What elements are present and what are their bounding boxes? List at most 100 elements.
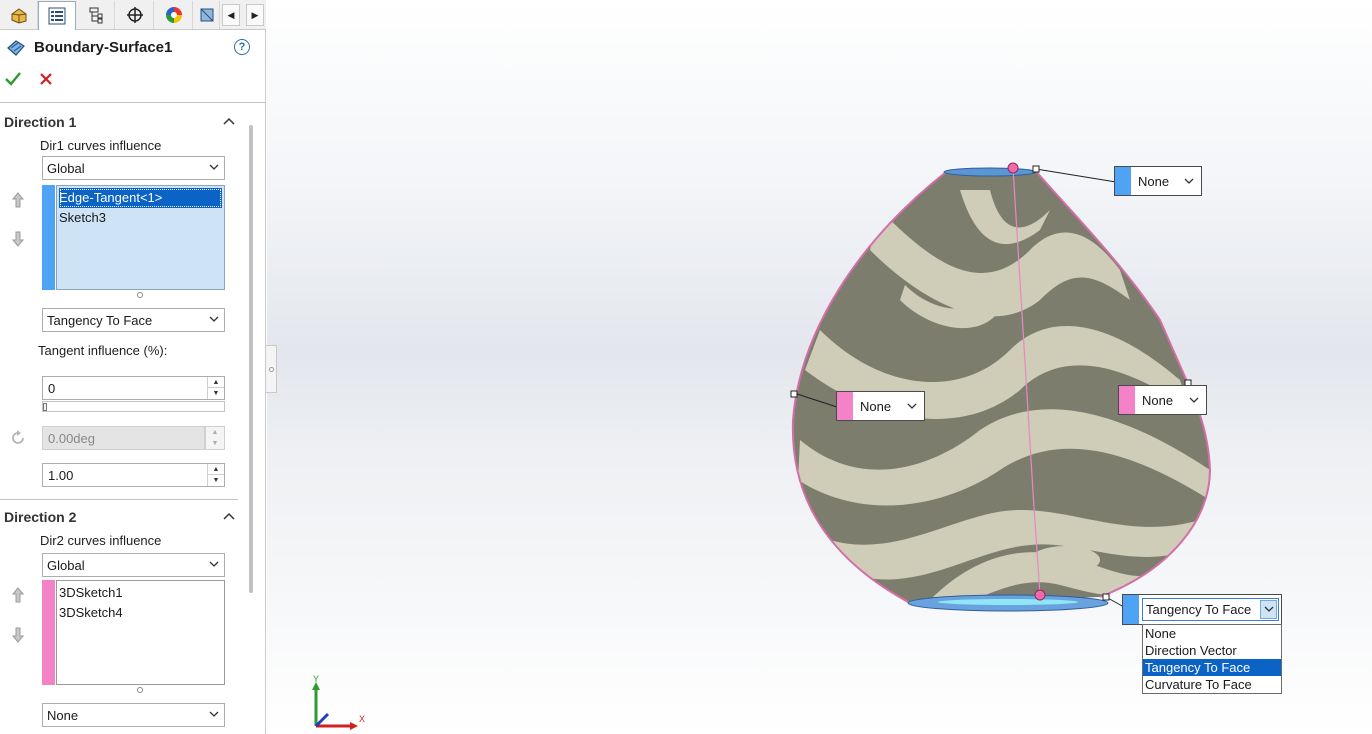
chevron-down-icon	[209, 711, 219, 717]
dir1-influence-label: Dir1 curves influence	[40, 138, 162, 153]
direction2-tag	[1119, 386, 1135, 414]
boundary-surface-icon	[7, 40, 25, 56]
configuration-manager-icon	[89, 7, 102, 24]
dir1-influence-value: Global	[47, 161, 85, 176]
spin-up-icon[interactable]: ▲	[208, 377, 224, 388]
cam-icon	[200, 8, 213, 22]
triad-x-label: X	[359, 714, 366, 724]
dir2-tangency-value: None	[47, 708, 79, 723]
dropdown-option[interactable]: Curvature To Face	[1143, 676, 1281, 693]
crosshair-icon	[126, 7, 143, 23]
tab-scroll-right-button[interactable]: ▶	[246, 4, 264, 26]
dimxpert-manager-tab[interactable]	[116, 1, 154, 29]
feature-title: Boundary-Surface1	[34, 39, 173, 56]
list-resize-handle[interactable]	[137, 687, 143, 693]
panel-splitter-handle[interactable]	[265, 345, 277, 393]
dir2-curve-item[interactable]: 3DSketch1	[57, 583, 224, 603]
list-resize-handle[interactable]	[137, 292, 143, 298]
left-constraint-callout[interactable]: None	[836, 391, 925, 421]
move-up-arrow-icon[interactable]	[10, 586, 26, 604]
spin-buttons[interactable]: ▲ ▼	[207, 464, 224, 486]
tangent-influence-label: Tangent influence (%):	[38, 343, 168, 358]
color-wheel-icon	[165, 7, 182, 23]
dir1-curve-item[interactable]: Sketch3	[57, 208, 224, 228]
dropdown-option[interactable]: None	[1143, 625, 1281, 642]
draft-angle-input: 0.00deg	[42, 426, 205, 450]
header-divider	[0, 102, 266, 103]
dir2-influence-label: Dir2 curves influence	[40, 533, 162, 548]
feature-manager-icon	[11, 8, 26, 24]
cam-manager-tab[interactable]	[194, 1, 220, 29]
property-manager-tab[interactable]	[38, 1, 76, 30]
draft-angle-value: 0.00deg	[48, 431, 95, 446]
tangent-influence-slider[interactable]	[42, 401, 225, 412]
dir2-influence-value: Global	[47, 558, 85, 573]
dir1-curves-list[interactable]: Edge-Tangent<1> Sketch3	[56, 185, 225, 290]
chevron-down-icon	[1189, 397, 1199, 403]
chevron-down-icon	[209, 164, 219, 170]
callout-value: None	[1138, 173, 1170, 189]
tangent-influence-value: 0	[48, 381, 56, 396]
tab-scroll-left-button[interactable]: ◀	[222, 4, 240, 26]
panel-scrollbar[interactable]	[249, 125, 253, 593]
direction1-tag	[1115, 167, 1131, 195]
top-constraint-callout[interactable]: None	[1114, 166, 1202, 196]
direction2-color-bar	[42, 580, 55, 685]
slider-thumb[interactable]	[43, 403, 47, 411]
callout-value: None	[1142, 392, 1174, 408]
direction1-heading: Direction 1	[4, 114, 77, 130]
tangent-influence-input[interactable]: 0 ▲ ▼	[42, 376, 225, 400]
chevron-down-icon	[209, 316, 219, 322]
coordinate-triad	[312, 682, 358, 730]
chevron-down-icon	[1184, 178, 1194, 184]
configuration-manager-tab[interactable]	[77, 1, 115, 29]
move-up-arrow-icon[interactable]	[10, 191, 26, 209]
dir1-curve-item[interactable]: Edge-Tangent<1>	[59, 188, 222, 208]
chevron-right-icon: ▶	[251, 9, 259, 20]
display-manager-tab[interactable]	[155, 1, 193, 29]
rotate-icon	[12, 430, 24, 444]
dir1-influence-select[interactable]: Global	[42, 156, 225, 180]
manager-tab-bar: ◀ ▶	[0, 0, 266, 30]
spin-up-icon[interactable]: ▲	[208, 464, 224, 475]
direction2-heading: Direction 2	[4, 509, 77, 525]
move-down-arrow-icon[interactable]	[10, 626, 26, 644]
dropdown-option-selected[interactable]: Tangency To Face	[1143, 659, 1281, 676]
direction2-tag	[837, 392, 853, 420]
dir1-tangency-select[interactable]: Tangency To Face	[42, 308, 225, 332]
chevron-left-icon: ◀	[227, 9, 235, 20]
spin-buttons[interactable]: ▲ ▼	[207, 377, 224, 399]
triad-y-label: Y	[313, 674, 320, 684]
property-manager-panel: ◀ ▶ Boundary-Surface1 ? Direction 1 Dir1…	[0, 0, 266, 734]
dir2-tangency-select[interactable]: None	[42, 703, 225, 727]
direction1-tag	[1123, 595, 1139, 624]
dir2-curve-item[interactable]: 3DSketch4	[57, 603, 224, 623]
right-constraint-callout[interactable]: None	[1118, 385, 1207, 415]
ok-checkmark-icon[interactable]	[4, 70, 22, 88]
callout-value: None	[860, 398, 892, 414]
property-manager-icon	[48, 7, 66, 25]
bottom-constraint-callout[interactable]: Tangency To Face	[1122, 594, 1282, 625]
dir2-curves-list[interactable]: 3DSketch1 3DSketch4	[56, 580, 225, 685]
draft-angle-spin: ▲ ▼	[205, 426, 225, 450]
dropdown-toggle[interactable]	[1260, 600, 1277, 619]
chevron-down-icon	[1264, 606, 1273, 612]
direction1-color-bar	[42, 185, 55, 290]
dropdown-option[interactable]: Direction Vector	[1143, 642, 1281, 659]
chevron-down-icon	[907, 403, 917, 409]
callout-select[interactable]: Tangency To Face	[1142, 598, 1279, 621]
feature-manager-tab[interactable]	[0, 1, 38, 29]
chevron-down-icon	[209, 561, 219, 567]
cancel-x-icon[interactable]	[38, 71, 54, 87]
dir2-influence-select[interactable]: Global	[42, 553, 225, 577]
move-down-arrow-icon[interactable]	[10, 230, 26, 248]
spin-down-icon[interactable]: ▼	[208, 388, 224, 399]
graphics-viewport[interactable]: Y X None None None Tangency To Face None…	[267, 0, 1372, 734]
help-icon[interactable]: ?	[234, 39, 250, 55]
direction2-collapse-icon[interactable]	[222, 511, 236, 521]
length-input[interactable]: 1.00 ▲ ▼	[42, 463, 225, 487]
direction1-collapse-icon[interactable]	[222, 116, 236, 126]
section-divider	[0, 499, 238, 500]
spin-down-icon[interactable]: ▼	[208, 475, 224, 486]
constraint-dropdown-list[interactable]: None Direction Vector Tangency To Face C…	[1142, 624, 1282, 694]
